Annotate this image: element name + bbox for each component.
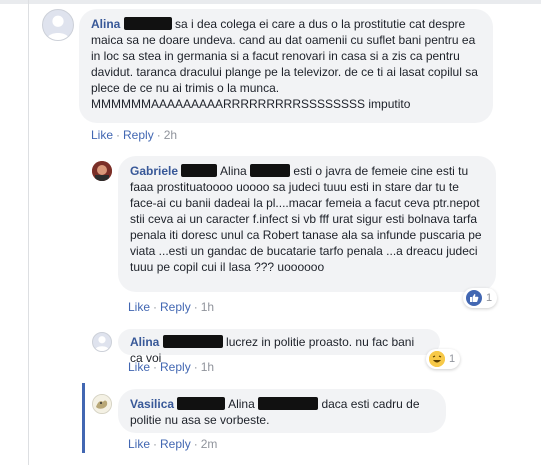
- redacted-name: [258, 397, 319, 410]
- comment-bubble: Gabriele Alina esti o javra de femeie ci…: [118, 156, 496, 292]
- profile-photo-icon: [93, 395, 111, 413]
- like-link[interactable]: Like: [128, 300, 150, 314]
- reply-link[interactable]: Reply: [160, 360, 191, 374]
- comment-text: esti o javra de femeie cine esti tu faaa…: [130, 164, 482, 274]
- timestamp[interactable]: 2h: [164, 128, 177, 142]
- avatar[interactable]: [92, 394, 112, 414]
- redacted-name: [162, 335, 223, 348]
- reaction-count: 1: [486, 292, 493, 304]
- comment-author[interactable]: Vasilica: [130, 397, 174, 411]
- feed-left-border: [28, 0, 29, 465]
- redacted-name: [123, 17, 172, 30]
- top-divider: [0, 0, 541, 4]
- timestamp[interactable]: 1h: [201, 360, 214, 374]
- haha-icon: [429, 351, 445, 367]
- reply-link[interactable]: Reply: [123, 128, 154, 142]
- comment-bubble: Vasilica Alina daca esti cadru de politi…: [118, 389, 446, 433]
- mentioned-user[interactable]: Alina: [220, 164, 247, 178]
- comment-author[interactable]: Alina: [91, 17, 120, 31]
- redacted-name: [250, 164, 291, 177]
- comment-actions: Like · Reply · 2h: [91, 128, 178, 142]
- reply-link[interactable]: Reply: [160, 437, 191, 451]
- thumbs-up-icon: [466, 290, 482, 306]
- reply-link[interactable]: Reply: [160, 300, 191, 314]
- comment-author[interactable]: Alina: [130, 335, 159, 349]
- like-link[interactable]: Like: [128, 437, 150, 451]
- timestamp[interactable]: 2m: [201, 437, 218, 451]
- comment-actions: Like · Reply · 1h: [128, 360, 215, 374]
- like-link[interactable]: Like: [128, 360, 150, 374]
- avatar[interactable]: [92, 161, 112, 181]
- redacted-name: [177, 397, 226, 410]
- reaction-count: 1: [449, 353, 456, 365]
- thread-highlight-bar: [82, 383, 85, 453]
- timestamp[interactable]: 1h: [201, 300, 214, 314]
- mentioned-user[interactable]: Alina: [228, 397, 255, 411]
- comment-bubble: Alina lucrez in politie proasto. nu fac …: [118, 329, 440, 365]
- avatar[interactable]: [92, 332, 112, 352]
- comment-bubble: Alina sa i dea colega ei care a dus o la…: [79, 9, 493, 123]
- reaction-summary[interactable]: 1: [463, 288, 498, 308]
- redacted-name: [181, 164, 218, 177]
- like-link[interactable]: Like: [91, 128, 113, 142]
- profile-photo-icon: [92, 161, 112, 181]
- comment-text: sa i dea colega ei care a dus o la prost…: [91, 17, 478, 111]
- reaction-summary[interactable]: 1: [426, 349, 461, 369]
- comment-author[interactable]: Gabriele: [130, 164, 178, 178]
- comment-actions: Like · Reply · 2m: [128, 437, 218, 451]
- default-avatar-icon: [94, 336, 110, 351]
- avatar[interactable]: [42, 9, 74, 41]
- default-avatar-icon: [46, 15, 70, 40]
- comment-actions: Like · Reply · 1h: [128, 300, 215, 314]
